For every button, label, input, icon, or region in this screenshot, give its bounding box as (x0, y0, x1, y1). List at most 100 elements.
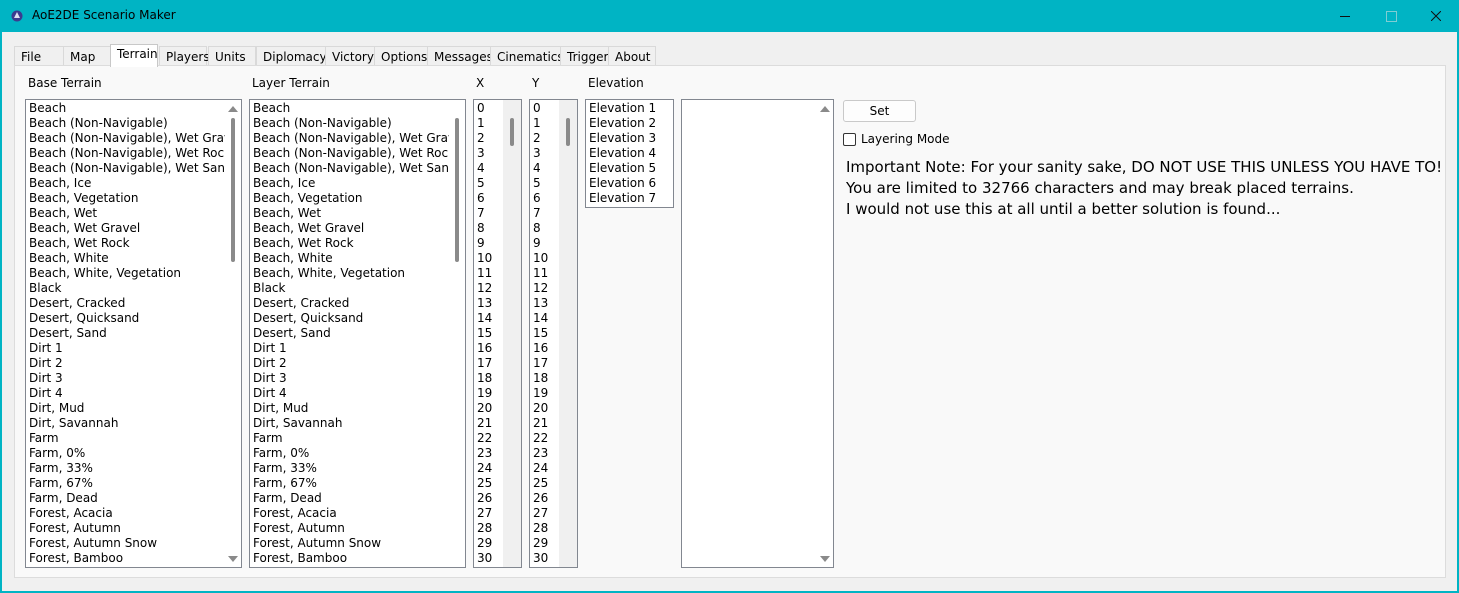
x-item[interactable]: 22 (477, 431, 492, 446)
layer-terrain-item[interactable]: Farm, 67% (253, 476, 465, 491)
base-terrain-item[interactable]: Farm (29, 431, 241, 446)
layer-terrain-item[interactable]: Beach (Non-Navigable), Wet Rock (253, 146, 465, 161)
base-terrain-scrollbar[interactable] (225, 100, 241, 567)
base-terrain-item[interactable]: Forest, Autumn (29, 521, 241, 536)
y-item[interactable]: 24 (533, 461, 548, 476)
layer-terrain-item[interactable]: Beach (Non-Navigable) (253, 116, 465, 131)
layer-terrain-item[interactable]: Farm, 33% (253, 461, 465, 476)
layer-terrain-item[interactable]: Farm, 0% (253, 446, 465, 461)
elevation-item[interactable]: Elevation 1 (589, 101, 656, 116)
tab-diplomacy[interactable]: Diplomacy (256, 46, 327, 67)
y-item[interactable]: 18 (533, 371, 548, 386)
layer-terrain-item[interactable]: Dirt, Mud (253, 401, 465, 416)
output-scrollbar[interactable] (817, 100, 833, 567)
base-terrain-list[interactable]: Beach Beach (Non-Navigable) Beach (Non-Nav… (25, 99, 242, 568)
scroll-thumb[interactable] (455, 118, 459, 262)
tab-about[interactable]: About (608, 46, 656, 67)
x-item[interactable]: 20 (477, 401, 492, 416)
base-terrain-item[interactable]: Desert, Quicksand (29, 311, 241, 326)
y-item[interactable]: 21 (533, 416, 548, 431)
tab-options[interactable]: Options (374, 46, 428, 67)
y-item[interactable]: 20 (533, 401, 548, 416)
base-terrain-item[interactable]: Beach, Wet (29, 206, 241, 221)
base-terrain-item[interactable]: Dirt, Mud (29, 401, 241, 416)
elevation-item[interactable]: Elevation 2 (589, 116, 656, 131)
base-terrain-item[interactable]: Black (29, 281, 241, 296)
y-item[interactable]: 17 (533, 356, 548, 371)
layer-terrain-item[interactable]: Forest, Acacia (253, 506, 465, 521)
layer-terrain-item[interactable]: Forest, Bamboo (253, 551, 465, 566)
layer-terrain-item[interactable]: Beach, Ice (253, 176, 465, 191)
x-item[interactable]: 0 (477, 101, 492, 116)
base-terrain-item[interactable]: Beach, Wet Gravel (29, 221, 241, 236)
y-item[interactable]: 25 (533, 476, 548, 491)
layer-terrain-item[interactable]: Farm, Dead (253, 491, 465, 506)
base-terrain-item[interactable]: Beach, White (29, 251, 241, 266)
layer-terrain-item[interactable]: Forest, Autumn Snow (253, 536, 465, 551)
layer-terrain-item[interactable]: Beach (253, 101, 465, 116)
y-item[interactable]: 3 (533, 146, 548, 161)
minimize-button[interactable] (1322, 0, 1368, 32)
y-item[interactable]: 10 (533, 251, 548, 266)
tab-trigger[interactable]: Trigger (560, 46, 609, 67)
x-item[interactable]: 3 (477, 146, 492, 161)
x-item[interactable]: 26 (477, 491, 492, 506)
x-item[interactable]: 23 (477, 446, 492, 461)
y-item[interactable]: 11 (533, 266, 548, 281)
base-terrain-item[interactable]: Farm, 67% (29, 476, 241, 491)
base-terrain-item[interactable]: Beach, White, Vegetation (29, 266, 241, 281)
x-item[interactable]: 2 (477, 131, 492, 146)
layer-terrain-item[interactable]: Desert, Sand (253, 326, 465, 341)
layer-terrain-item[interactable]: Dirt 4 (253, 386, 465, 401)
y-item[interactable]: 1 (533, 116, 548, 131)
y-item[interactable]: 28 (533, 521, 548, 536)
y-item[interactable]: 15 (533, 326, 548, 341)
y-item[interactable]: 16 (533, 341, 548, 356)
layer-terrain-item[interactable]: Dirt 2 (253, 356, 465, 371)
x-scrollbar[interactable] (503, 100, 521, 567)
scroll-thumb[interactable] (231, 118, 235, 262)
base-terrain-item[interactable]: Dirt 3 (29, 371, 241, 386)
base-terrain-item[interactable]: Beach, Wet Rock (29, 236, 241, 251)
y-item[interactable]: 30 (533, 551, 548, 566)
layer-terrain-item[interactable]: Desert, Cracked (253, 296, 465, 311)
layer-terrain-item[interactable]: Forest, Autumn (253, 521, 465, 536)
y-item[interactable]: 7 (533, 206, 548, 221)
layer-terrain-item[interactable]: Beach, Wet Gravel (253, 221, 465, 236)
x-item[interactable]: 29 (477, 536, 492, 551)
y-item[interactable]: 29 (533, 536, 548, 551)
y-item[interactable]: 4 (533, 161, 548, 176)
base-terrain-item[interactable]: Farm, 0% (29, 446, 241, 461)
y-item[interactable]: 6 (533, 191, 548, 206)
y-item[interactable]: 26 (533, 491, 548, 506)
y-list[interactable]: 0 1 2 3 4 5 6 7 8 9 10 11 12 13 14 15 16 17 18 19 20 21 22 23 24… (529, 99, 578, 568)
set-button[interactable]: Set (843, 100, 916, 122)
y-scrollbar[interactable] (559, 100, 577, 567)
base-terrain-item[interactable]: Dirt 4 (29, 386, 241, 401)
y-item[interactable]: 2 (533, 131, 548, 146)
y-item[interactable]: 5 (533, 176, 548, 191)
layer-terrain-list[interactable]: Beach Beach (Non-Navigable) Beach (Non-Nav… (249, 99, 466, 568)
layer-terrain-item[interactable]: Beach, White (253, 251, 465, 266)
y-item[interactable]: 23 (533, 446, 548, 461)
y-item[interactable]: 9 (533, 236, 548, 251)
layer-terrain-item[interactable]: Farm (253, 431, 465, 446)
y-item[interactable]: 0 (533, 101, 548, 116)
x-item[interactable]: 4 (477, 161, 492, 176)
base-terrain-item[interactable]: Forest, Acacia (29, 506, 241, 521)
x-item[interactable]: 18 (477, 371, 492, 386)
x-item[interactable]: 13 (477, 296, 492, 311)
scroll-up-icon[interactable] (228, 106, 238, 112)
scroll-up-icon[interactable] (820, 106, 830, 112)
scroll-thumb[interactable] (566, 118, 570, 146)
base-terrain-item[interactable]: Farm, 33% (29, 461, 241, 476)
x-item[interactable]: 17 (477, 356, 492, 371)
base-terrain-item[interactable]: Forest, Autumn Snow (29, 536, 241, 551)
x-item[interactable]: 10 (477, 251, 492, 266)
layer-terrain-item[interactable]: Beach, Wet Rock (253, 236, 465, 251)
x-item[interactable]: 1 (477, 116, 492, 131)
layer-terrain-item[interactable]: Desert, Quicksand (253, 311, 465, 326)
tab-terrain[interactable]: Terrain (110, 44, 158, 67)
layer-terrain-item[interactable]: Beach, Vegetation (253, 191, 465, 206)
y-item[interactable]: 12 (533, 281, 548, 296)
